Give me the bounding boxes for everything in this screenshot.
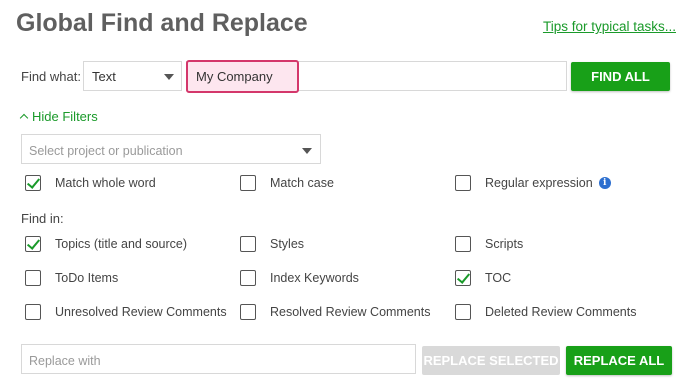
replace-selected-button[interactable]: REPLACE SELECTED — [422, 346, 560, 375]
find-in-resolved-comments[interactable]: Resolved Review Comments — [240, 304, 430, 320]
find-in-item-label: Index Keywords — [270, 271, 359, 285]
option-label: Match whole word — [55, 176, 156, 190]
search-type-select[interactable]: Text — [83, 61, 182, 91]
find-in-item-label: Styles — [270, 237, 305, 251]
checkbox-checked[interactable] — [25, 236, 41, 252]
option-regular-expression[interactable]: Regular expression i — [455, 175, 611, 191]
find-what-label: Find what: — [21, 69, 81, 84]
checkbox[interactable] — [25, 304, 41, 320]
chevron-up-icon — [19, 113, 29, 123]
project-select[interactable]: Select project or publication — [21, 134, 321, 164]
hide-filters-label: Hide Filters — [32, 109, 98, 124]
hide-filters-toggle[interactable]: Hide Filters — [19, 109, 98, 124]
find-in-unresolved-comments[interactable]: Unresolved Review Comments — [25, 304, 227, 320]
find-in-item-label: ToDo Items — [55, 271, 119, 285]
checkbox[interactable] — [240, 236, 256, 252]
find-in-item-label: Topics (title and source) — [55, 237, 188, 251]
find-in-item-label: TOC — [485, 271, 512, 285]
project-select-placeholder: Select project or publication — [29, 144, 183, 158]
replace-all-button[interactable]: REPLACE ALL — [566, 346, 672, 375]
find-in-toc[interactable]: TOC — [455, 270, 511, 286]
checkbox[interactable] — [455, 175, 471, 191]
option-match-whole-word[interactable]: Match whole word — [25, 175, 156, 191]
find-query-chip[interactable]: My Company — [186, 60, 299, 93]
checkbox[interactable] — [240, 175, 256, 191]
find-in-item-label: Resolved Review Comments — [270, 305, 431, 319]
find-in-todo-items[interactable]: ToDo Items — [25, 270, 118, 286]
find-all-button[interactable]: FIND ALL — [571, 62, 670, 91]
search-type-value: Text — [92, 69, 116, 84]
chevron-down-icon — [164, 74, 174, 80]
option-label: Regular expression — [485, 176, 593, 190]
find-query-text: My Company — [196, 69, 273, 84]
checkbox-checked[interactable] — [455, 270, 471, 286]
find-in-label: Find in: — [21, 211, 64, 226]
find-in-index-keywords[interactable]: Index Keywords — [240, 270, 359, 286]
checkbox-checked[interactable] — [25, 175, 41, 191]
option-label: Match case — [270, 176, 334, 190]
checkbox[interactable] — [240, 304, 256, 320]
find-in-item-label: Deleted Review Comments — [485, 305, 637, 319]
find-in-item-label: Unresolved Review Comments — [55, 305, 227, 319]
checkbox[interactable] — [240, 270, 256, 286]
option-match-case[interactable]: Match case — [240, 175, 334, 191]
info-icon[interactable]: i — [598, 177, 611, 189]
find-in-styles[interactable]: Styles — [240, 236, 304, 252]
replace-input[interactable]: Replace with — [21, 344, 416, 374]
checkbox[interactable] — [455, 236, 471, 252]
replace-placeholder: Replace with — [29, 354, 101, 368]
checkbox[interactable] — [455, 304, 471, 320]
checkbox[interactable] — [25, 270, 41, 286]
find-in-deleted-comments[interactable]: Deleted Review Comments — [455, 304, 636, 320]
chevron-down-icon — [302, 148, 312, 154]
tips-link[interactable]: Tips for typical tasks... — [543, 19, 676, 34]
page-title: Global Find and Replace — [16, 9, 308, 37]
find-in-scripts[interactable]: Scripts — [455, 236, 523, 252]
find-in-topics[interactable]: Topics (title and source) — [25, 236, 187, 252]
find-in-item-label: Scripts — [485, 237, 524, 251]
